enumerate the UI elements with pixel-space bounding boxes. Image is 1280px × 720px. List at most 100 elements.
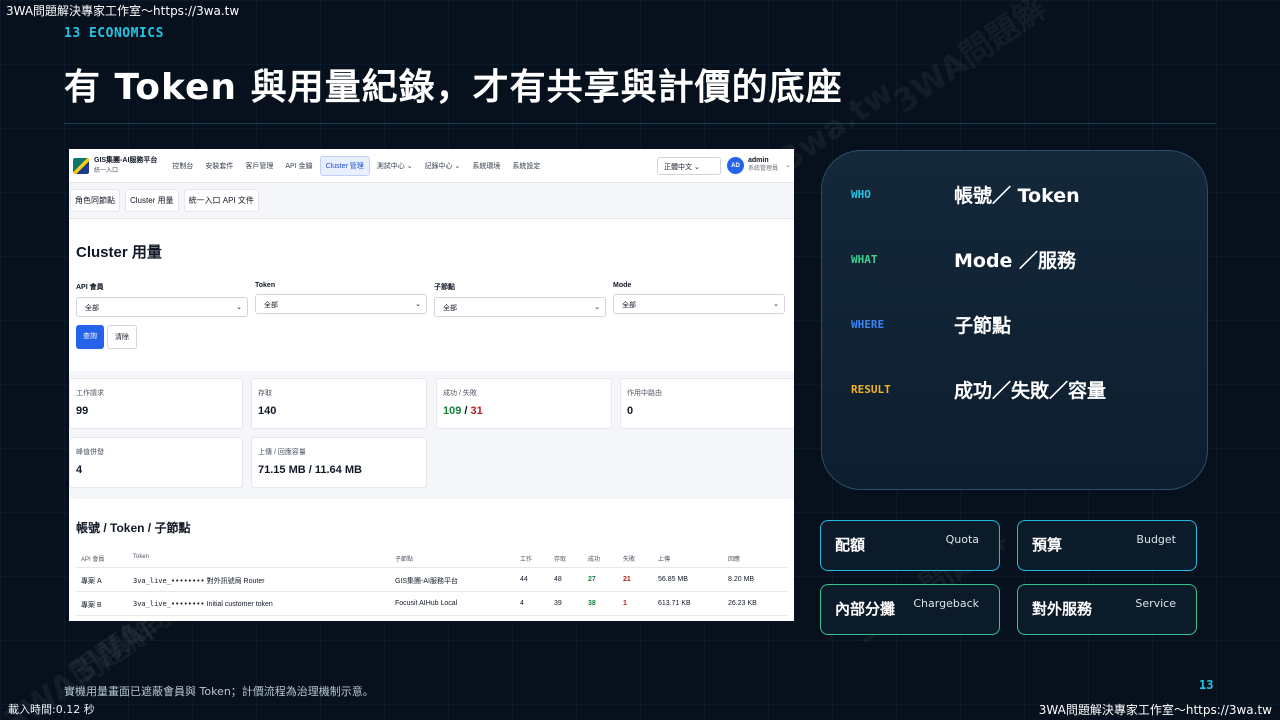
nav-item-testing[interactable]: 測試中心 ⌄ — [372, 157, 418, 175]
page-heading: Cluster 用量 — [76, 244, 162, 261]
stat-value: 71.15 MB / 11.64 MB — [258, 464, 362, 476]
cell-fail: 1 — [623, 600, 627, 607]
masked-token: 3va_live_•••••••• — [133, 577, 205, 585]
language-select[interactable]: 正體中文 ⌄ — [657, 157, 721, 175]
tile-label: 對外服務 — [1032, 600, 1093, 618]
user-role: 系統管理員 — [748, 166, 779, 172]
usage-table: API 會員 Token 子節點 工作 存取 成功 失敗 上傳 回應 專案 A … — [76, 550, 787, 616]
mode-select[interactable]: 全部 ⌄ — [613, 294, 785, 314]
col-header: 成功 — [588, 557, 601, 563]
footnote: 實機用量畫面已遮蔽會員與 Token；計價流程為治理機制示意。 — [64, 685, 374, 698]
nav-item-dashboard[interactable]: 控制台 — [167, 157, 198, 175]
user-name: admin — [748, 157, 769, 164]
chevron-down-icon: ⌄ — [773, 301, 779, 308]
api-member-select[interactable]: 全部 ⌄ — [76, 297, 248, 317]
table-row[interactable]: 專案 B 3va_live_•••••••• Initial customer … — [76, 592, 787, 616]
user-menu[interactable]: admin 系統管理員 — [748, 157, 778, 173]
dimension-key: WHERE — [851, 318, 885, 331]
nav-item-customers[interactable]: 客戶管理 — [240, 157, 278, 175]
tile-label-en: Chargeback — [913, 597, 979, 610]
nav-item-settings[interactable]: 系統設定 — [507, 157, 545, 175]
tile-label-en: Service — [1135, 597, 1176, 610]
stat-card-peak: 峰值併發 4 — [69, 437, 243, 488]
tab-role-nodes[interactable]: 角色同節點 — [70, 189, 120, 212]
nav-item-environment[interactable]: 系統環境 — [467, 157, 505, 175]
usage-table-panel: 帳號 / Token / 子節點 API 會員 Token 子節點 工作 存取 … — [69, 499, 794, 621]
cell-access: 39 — [554, 600, 562, 607]
stat-card-success-fail: 成功 / 失敗 109 / 31 — [436, 378, 612, 429]
brand[interactable]: GIS集團-AI服務平台 統一入口 — [94, 156, 157, 176]
stat-label: 作用中路由 — [627, 390, 662, 397]
cell-node: GIS集團-AI服務平台 — [395, 578, 459, 585]
filter-label: Mode — [613, 282, 632, 289]
cell-token: 3va_live_•••••••• 對外訊號局 Router — [133, 576, 265, 586]
tile-label: 配額 — [835, 536, 866, 554]
query-button[interactable]: 查詢 — [76, 325, 104, 349]
select-value: 全部 — [264, 302, 278, 309]
stat-value: 109 / 31 — [443, 405, 605, 417]
dimension-key: WHAT — [851, 253, 878, 266]
nav-item-logs[interactable]: 記錄中心 ⌄ — [420, 157, 466, 175]
separator: / — [461, 405, 471, 417]
section-label: 13 ECONOMICS — [64, 26, 164, 41]
clear-button[interactable]: 清除 — [107, 325, 137, 349]
stat-label: 峰值併發 — [76, 449, 104, 456]
table-row[interactable]: 專案 A 3va_live_•••••••• 對外訊號局 Router GIS集… — [76, 568, 787, 592]
title-divider — [64, 123, 1216, 124]
tile-budget: 預算 Budget — [1017, 520, 1197, 571]
avatar[interactable]: AD — [727, 157, 744, 174]
cell-member: 專案 A — [81, 578, 102, 585]
stat-value: 4 — [76, 464, 83, 476]
tile-label: 內部分攤 — [835, 600, 896, 618]
cell-access: 48 — [554, 576, 562, 583]
cell-member: 專案 B — [81, 602, 102, 609]
cell-fail: 21 — [623, 576, 631, 583]
watermark-top-left: 3WA問題解決專家工作室～https://3wa.tw — [6, 4, 240, 18]
chevron-down-icon: ⌄ — [415, 301, 421, 308]
col-header: 失敗 — [623, 557, 636, 563]
node-select[interactable]: 全部 ⌄ — [434, 297, 606, 317]
token-note: 對外訊號局 Router — [204, 578, 265, 585]
filter-label: 子節點 — [434, 284, 455, 291]
col-header: 存取 — [554, 557, 567, 563]
slide-title: 有 Token 與用量紀錄，才有共享與計價的底座 — [64, 67, 843, 108]
fail-count: 31 — [470, 405, 483, 417]
success-count: 109 — [443, 405, 462, 417]
masked-token: 3va_live_•••••••• — [133, 600, 205, 608]
brand-logo-icon — [73, 157, 89, 174]
filter-node: 子節點 全部 ⌄ — [434, 282, 606, 317]
stat-card-requests: 工作請求 99 — [69, 378, 243, 429]
token-select[interactable]: 全部 ⌄ — [255, 294, 427, 314]
sub-tabs: 角色同節點 Cluster 用量 統一入口 API 文件 — [69, 183, 794, 219]
stat-value: 99 — [76, 405, 89, 417]
chevron-down-icon[interactable]: ⌄ — [785, 161, 791, 169]
load-time: 載入時間:0.12 秒 — [8, 703, 95, 716]
nav-item-packages[interactable]: 安裝套件 — [200, 157, 238, 175]
dimension-value: Mode ／服務 — [954, 250, 1077, 272]
stat-label: 成功 / 失敗 — [443, 390, 477, 397]
filter-api-member: API 會員 全部 ⌄ — [76, 282, 248, 317]
col-header: 上傳 — [658, 557, 671, 563]
cell-success: 38 — [588, 600, 596, 607]
dimension-value: 帳號／ Token — [954, 185, 1080, 207]
brand-subtitle: 統一入口 — [94, 167, 119, 174]
cell-node: Focusit AIHub Local — [395, 600, 458, 607]
col-header: 回應 — [728, 557, 741, 563]
stat-label: 上傳 / 回應容量 — [258, 449, 306, 456]
nav-item-cluster[interactable]: Cluster 管理 — [319, 155, 370, 176]
dimension-where: WHERE 子節點 — [851, 311, 1011, 338]
tile-chargeback: 內部分攤 Chargeback — [820, 584, 1000, 635]
tab-cluster-usage[interactable]: Cluster 用量 — [125, 189, 179, 212]
table-header-row: API 會員 Token 子節點 工作 存取 成功 失敗 上傳 回應 — [76, 550, 787, 568]
cell-success: 27 — [588, 576, 596, 583]
select-value: 全部 — [622, 302, 636, 309]
nav-item-api-keys[interactable]: API 金鑰 — [280, 157, 317, 175]
table-heading: 帳號 / Token / 子節點 — [76, 521, 191, 535]
tile-label: 預算 — [1032, 536, 1063, 554]
dimension-result: RESULT 成功／失敗／容量 — [851, 376, 1106, 403]
tile-service: 對外服務 Service — [1017, 584, 1197, 635]
tile-label-en: Budget — [1136, 533, 1176, 546]
cell-response: 8.20 MB — [728, 576, 755, 583]
col-header: Token — [133, 554, 150, 560]
tab-api-docs[interactable]: 統一入口 API 文件 — [183, 189, 259, 212]
